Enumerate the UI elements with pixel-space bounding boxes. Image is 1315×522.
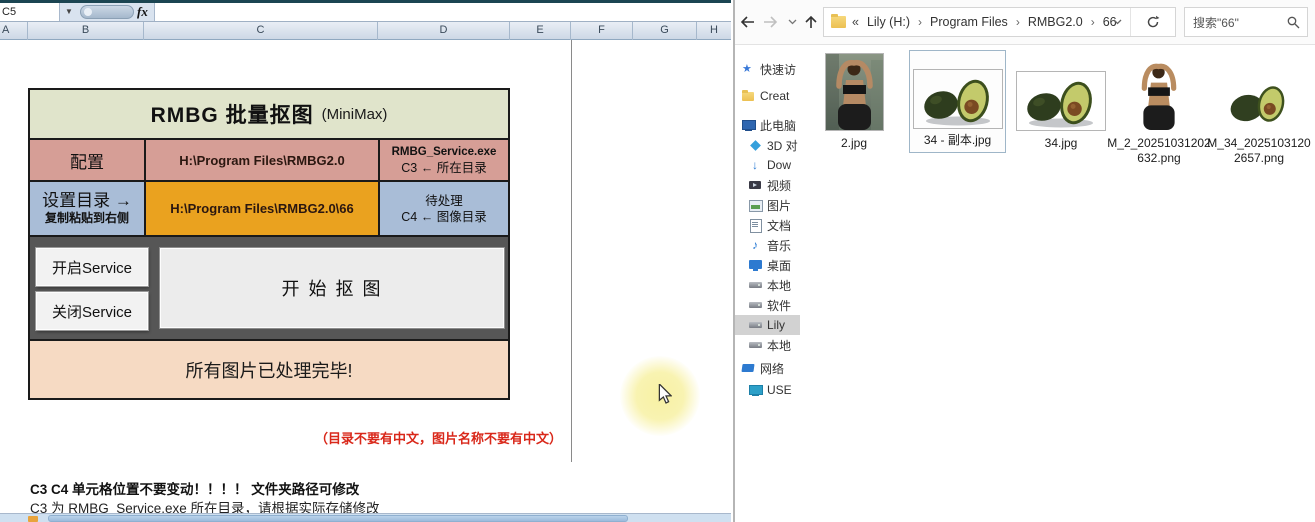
namebox-dropdown-icon[interactable]: ▼ [62,3,76,21]
excel-name-box[interactable]: C5 [0,3,60,21]
breadcrumb-item[interactable]: Lily (H:) [865,15,912,29]
service-note-line2: C3 ← 所在目录 [401,160,486,176]
column-header[interactable]: H [697,22,731,40]
avocado-cutout-thumbnail [1226,78,1292,130]
file-name: M_2_20251031202632.png [1107,136,1211,166]
up-button[interactable] [801,13,821,31]
back-button[interactable] [737,13,757,31]
search-icon [1287,16,1300,29]
avocado-photo-thumbnail [1017,72,1105,130]
file-item[interactable]: 34.jpg [1015,52,1107,151]
folder-icon [831,16,846,28]
forward-arrow-icon [763,15,779,29]
refresh-button[interactable] [1130,8,1175,36]
note-line-2: C3 为 RMBG_Service.exe 所在目录，请根据实际存储修改 [30,497,380,513]
explorer-body: 快速访 Creat 此电脑 3D 对 [735,46,1315,522]
excel-horizontal-scrollbar[interactable] [0,513,731,522]
breadcrumb-separator-icon: › [912,15,928,29]
search-text: 搜索"66" [1185,14,1287,31]
directory-row: 设置目录 → 复制粘贴到右侧 H:\Program Files\RMBG2.0\… [30,180,508,235]
button-panel: 开启Service 关闭Service 开 始 抠 图 [30,235,508,339]
file-name: 2.jpg [823,136,885,151]
pending-note-cell[interactable]: 待处理 C4 ← 图像目录 [380,182,508,235]
file-thumbnail [912,54,1003,128]
breadcrumb-separator-icon: › [1010,15,1026,29]
address-bar[interactable]: « Lily (H:) › Program Files › [823,7,1176,37]
scrollbar-thumb[interactable] [48,515,628,522]
excel-window: C5 ▼ fx ABCDEFGH RMBG 批量抠图 (MiniMax) 配置 … [0,0,731,522]
file-thumbnail [1015,52,1107,130]
tool-title-text: RMBG 批量抠图 [151,99,314,129]
insert-function-icon[interactable]: fx [137,4,153,21]
close-service-button[interactable]: 关闭Service [36,292,148,330]
pending-line1: 待处理 [425,193,463,209]
set-dir-line2: 复制粘贴到右侧 [45,211,129,226]
sheet-area[interactable]: RMBG 批量抠图 (MiniMax) 配置 H:\Program Files\… [0,40,731,513]
file-item[interactable]: M_34_20251031202657.png [1207,52,1311,166]
up-arrow-icon [804,15,818,29]
image-dir-cell-c4[interactable]: H:\Program Files\RMBG2.0\66 [146,182,380,235]
tool-title: RMBG 批量抠图 (MiniMax) [30,90,508,138]
refresh-icon [1146,15,1160,29]
file-list: 2.jpg [735,46,1315,522]
start-matting-button[interactable]: 开 始 抠 图 [160,248,504,328]
file-explorer-window: « Lily (H:) › Program Files › [733,0,1315,522]
file-item[interactable]: 2.jpg [823,52,885,151]
warning-note: （目录不要有中文，图片名称不要有中文） [300,428,562,447]
formula-bar-capsule [80,5,134,19]
woman-photo-thumbnail [826,54,883,130]
breadcrumb-separator-icon: › [1085,15,1101,29]
search-box[interactable]: 搜索"66" [1184,7,1308,37]
breadcrumb-overflow[interactable]: « [852,15,859,29]
column-headers: ABCDEFGH [0,22,731,40]
service-path-cell-c3[interactable]: H:\Program Files\RMBG2.0 [146,140,380,180]
formula-bar-row: C5 ▼ fx [0,3,731,22]
file-item[interactable]: M_2_20251031202632.png [1107,52,1211,166]
column-header[interactable]: A [0,22,28,40]
page-break-line [571,40,572,462]
capsule-dot [84,8,92,16]
forward-button[interactable] [761,13,781,31]
recent-locations-button[interactable] [785,13,799,31]
file-name: 34.jpg [1015,136,1107,151]
rmbg-tool-panel: RMBG 批量抠图 (MiniMax) 配置 H:\Program Files\… [28,88,510,400]
file-item[interactable]: 34 - 副本.jpg [909,50,1006,153]
pending-line2: C4 ← 图像目录 [401,209,486,225]
woman-cutout-thumbnail [1132,58,1186,130]
taskbar-peek-icon [28,516,38,522]
breadcrumb-item[interactable]: RMBG2.0 [1026,15,1085,29]
address-dropdown-button[interactable] [1104,8,1130,36]
status-message: 所有图片已处理完毕! [30,339,508,398]
tool-subtitle: (MiniMax) [322,106,388,123]
back-arrow-icon [739,15,755,29]
file-thumbnail [1207,52,1311,130]
column-header[interactable]: F [571,22,633,40]
breadcrumb-item[interactable]: Program Files [928,15,1010,29]
service-note-cell[interactable]: RMBG_Service.exe C3 ← 所在目录 [380,140,508,180]
column-header[interactable]: B [28,22,144,40]
chevron-down-icon [1113,19,1122,25]
column-header[interactable]: E [510,22,571,40]
chevron-down-icon [788,19,797,25]
column-header[interactable]: C [144,22,378,40]
note-line-1: C3 C4 单元格位置不要变动！！！！ 文件夹路径可修改 [30,478,359,498]
set-dir-label-cell[interactable]: 设置目录 → 复制粘贴到右侧 [30,182,146,235]
config-row: 配置 H:\Program Files\RMBG2.0 RMBG_Service… [30,138,508,180]
column-header[interactable]: D [378,22,510,40]
file-thumbnail [823,52,885,130]
explorer-toolbar: « Lily (H:) › Program Files › [735,0,1315,45]
formula-bar-input[interactable] [154,3,731,21]
screen: C5 ▼ fx ABCDEFGH RMBG 批量抠图 (MiniMax) 配置 … [0,0,1315,522]
column-header[interactable]: G [633,22,697,40]
service-note-line1: RMBG_Service.exe [392,145,497,160]
file-name: 34 - 副本.jpg [912,133,1003,148]
open-service-button[interactable]: 开启Service [36,248,148,286]
set-dir-line1: 设置目录 → [42,191,132,211]
file-name: M_34_20251031202657.png [1207,136,1311,166]
avocado-photo-thumbnail [914,70,1002,128]
file-thumbnail [1107,52,1211,130]
config-label-cell[interactable]: 配置 [30,140,146,180]
